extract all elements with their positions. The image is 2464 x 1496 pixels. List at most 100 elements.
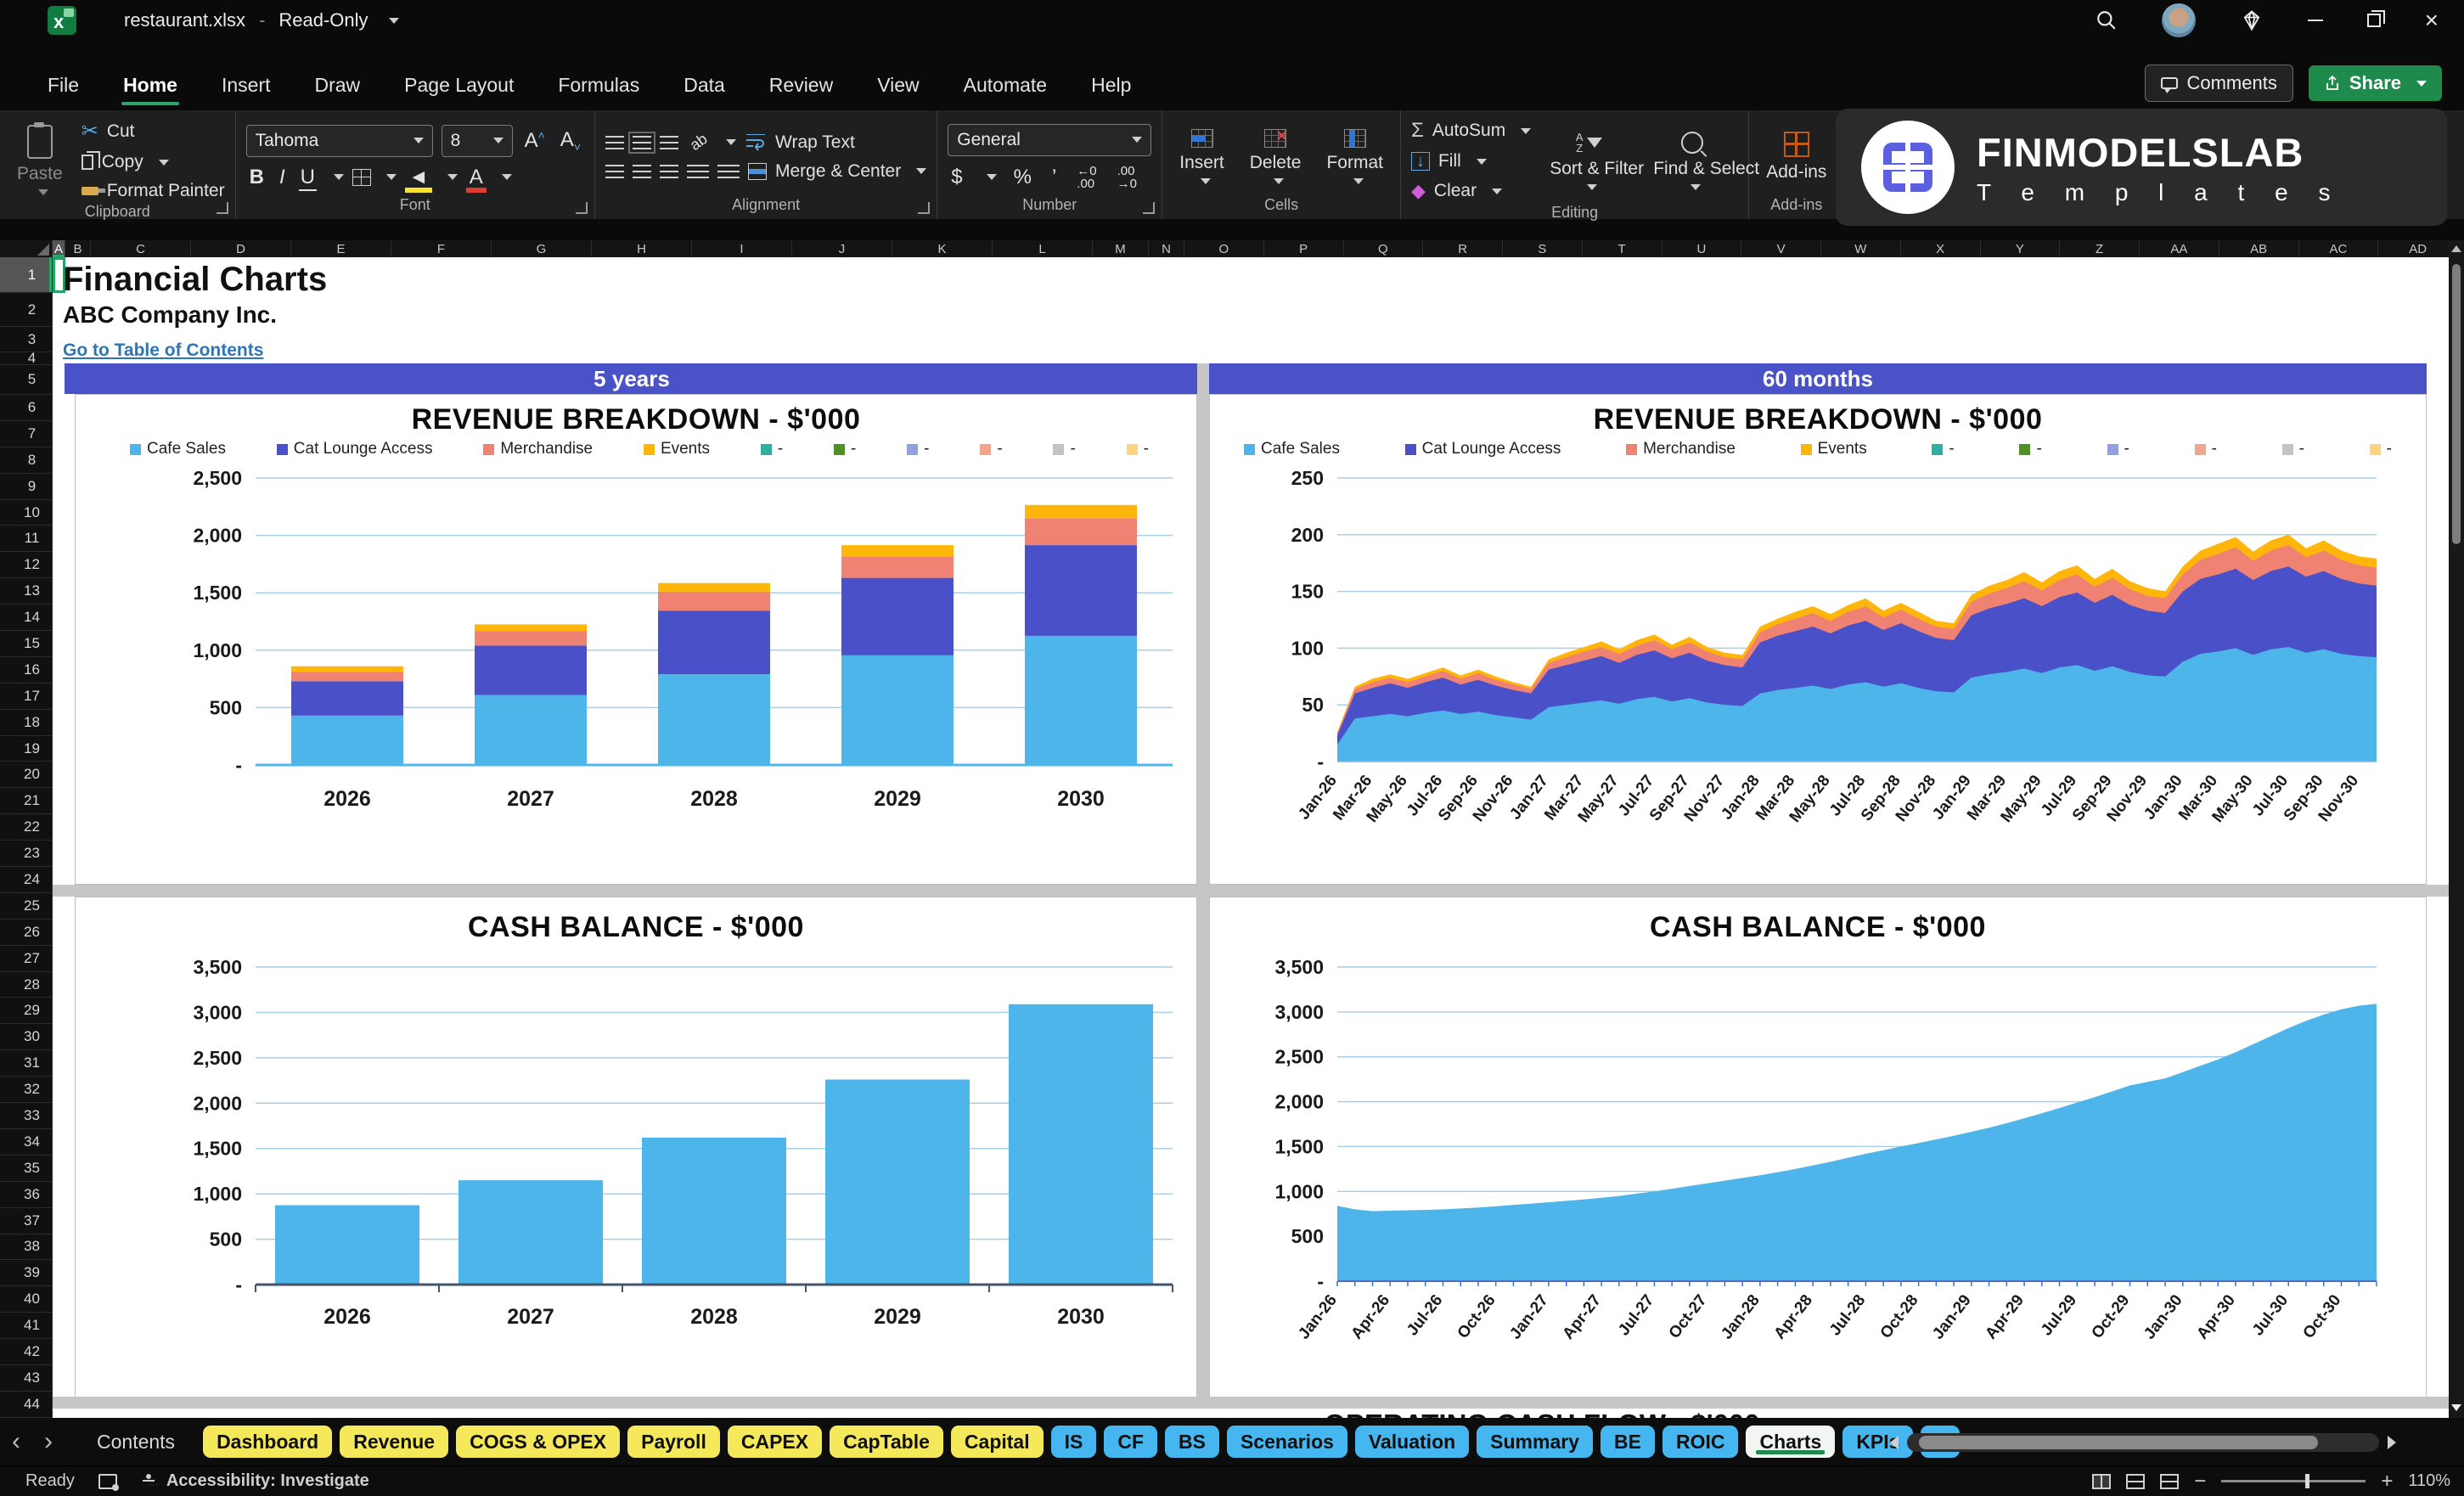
page-layout-view-icon[interactable] [2126, 1473, 2146, 1489]
sheet-tab-kpis[interactable]: KPIs [1842, 1426, 1914, 1458]
sheet-tab-revenue[interactable]: Revenue [340, 1426, 449, 1458]
row-header-24[interactable]: 24 [0, 867, 53, 893]
restore-button[interactable] [2366, 10, 2385, 27]
sheet-tab-contents[interactable]: Contents [76, 1426, 195, 1458]
sheet-tab-bs[interactable]: BS [1165, 1426, 1219, 1458]
row-header-13[interactable]: 13 [0, 578, 53, 605]
row-header-18[interactable]: 18 [0, 709, 53, 736]
macro-record-icon[interactable] [98, 1473, 119, 1491]
column-header-A[interactable]: A [53, 240, 65, 257]
zoom-in-button[interactable]: + [2381, 1470, 2393, 1493]
column-header-K[interactable]: K [892, 240, 993, 257]
column-header-U[interactable]: U [1662, 240, 1742, 257]
page-break-view-icon[interactable] [2160, 1473, 2180, 1489]
scroll-left-icon[interactable] [1890, 1436, 1899, 1449]
column-header-I[interactable]: I [692, 240, 792, 257]
find-select-button[interactable]: Find & Select [1646, 131, 1759, 190]
font-size-select[interactable]: 8 [441, 124, 513, 157]
clear-button[interactable]: ◆ Clear [1411, 180, 1531, 202]
row-header-9[interactable]: 9 [0, 473, 53, 500]
column-header-D[interactable]: D [191, 240, 291, 257]
menu-tab-formulas[interactable]: Formulas [536, 59, 661, 110]
dialog-launcher-icon[interactable] [576, 202, 588, 214]
orientation-icon[interactable]: ab [684, 128, 714, 156]
sheet-tab-is[interactable]: IS [1050, 1426, 1097, 1458]
italic-button[interactable]: I [276, 166, 289, 189]
sort-filter-button[interactable]: AZ Sort & Filter [1543, 132, 1644, 190]
row-header-21[interactable]: 21 [0, 788, 53, 815]
wrap-text-icon[interactable] [745, 133, 767, 151]
paste-button[interactable]: Paste [10, 122, 70, 195]
row-header-27[interactable]: 27 [0, 945, 53, 972]
horizontal-scrollbar[interactable] [1890, 1433, 2396, 1452]
sheet-tab-cogs-opex[interactable]: COGS & OPEX [456, 1426, 621, 1458]
increase-indent-icon[interactable] [717, 164, 740, 178]
column-header-M[interactable]: M [1093, 240, 1149, 257]
format-painter-button[interactable]: Format Painter [81, 181, 225, 201]
column-header-Y[interactable]: Y [1981, 240, 2061, 257]
font-color-button[interactable]: A [465, 166, 487, 193]
row-header-29[interactable]: 29 [0, 998, 53, 1025]
normal-view-icon[interactable] [2092, 1473, 2112, 1489]
row-header-17[interactable]: 17 [0, 683, 53, 710]
insert-cells-button[interactable]: Insert [1173, 129, 1231, 184]
minimize-button[interactable] [2307, 20, 2323, 21]
sheet-tab-roic[interactable]: ROIC [1662, 1426, 1739, 1458]
row-header-15[interactable]: 15 [0, 631, 53, 657]
row-header-41[interactable]: 41 [0, 1313, 53, 1340]
row-header-6[interactable]: 6 [0, 395, 53, 421]
sheet-tab-dashboard[interactable]: Dashboard [203, 1426, 333, 1458]
premium-diamond-icon[interactable] [2240, 8, 2264, 32]
column-header-P[interactable]: P [1264, 240, 1344, 257]
menu-tab-help[interactable]: Help [1069, 59, 1153, 110]
next-sheet-icon[interactable]: › [32, 1427, 65, 1456]
row-header-36[interactable]: 36 [0, 1181, 53, 1208]
table-of-contents-link[interactable]: Go to Table of Contents [63, 340, 263, 361]
bold-button[interactable]: B [246, 166, 267, 189]
worksheet[interactable]: Financial Charts ABC Company Inc. Go to … [53, 257, 2449, 1418]
menu-tab-draw[interactable]: Draw [293, 59, 383, 110]
row-header-14[interactable]: 14 [0, 605, 53, 632]
row-header-31[interactable]: 31 [0, 1050, 53, 1077]
sheet-tab-scenarios[interactable]: Scenarios [1226, 1426, 1347, 1458]
row-header-10[interactable]: 10 [0, 499, 53, 526]
row-header-20[interactable]: 20 [0, 762, 53, 789]
sheet-tab-summary[interactable]: Summary [1477, 1426, 1593, 1458]
scrollbar-thumb[interactable] [2452, 264, 2461, 544]
sheet-tab-capital[interactable]: Capital [950, 1426, 1044, 1458]
align-middle-icon[interactable] [628, 131, 655, 154]
currency-format-button[interactable]: $ [948, 166, 965, 189]
row-header-19[interactable]: 19 [0, 735, 53, 762]
sheet-tab-cf[interactable]: CF [1104, 1426, 1158, 1458]
column-header-F[interactable]: F [391, 240, 492, 257]
row-header-37[interactable]: 37 [0, 1207, 53, 1234]
menu-tab-data[interactable]: Data [661, 59, 747, 110]
column-header-Z[interactable]: Z [2060, 240, 2140, 257]
column-header-N[interactable]: N [1149, 240, 1184, 257]
menu-tab-automate[interactable]: Automate [942, 59, 1069, 110]
column-header-V[interactable]: V [1741, 240, 1821, 257]
column-header-O[interactable]: O [1184, 240, 1264, 257]
align-center-icon[interactable] [633, 164, 651, 178]
column-header-AC[interactable]: AC [2299, 240, 2379, 257]
row-header-43[interactable]: 43 [0, 1364, 53, 1392]
scrollbar-thumb[interactable] [1919, 1436, 2318, 1449]
row-header-26[interactable]: 26 [0, 919, 53, 946]
sheet-tab-be[interactable]: BE [1600, 1426, 1655, 1458]
dialog-launcher-icon[interactable] [918, 202, 931, 214]
select-all-corner[interactable] [0, 240, 53, 257]
column-header-S[interactable]: S [1503, 240, 1583, 257]
column-header-L[interactable]: L [993, 240, 1093, 257]
zoom-slider-thumb[interactable] [2304, 1474, 2309, 1488]
column-header-C[interactable]: C [91, 240, 191, 257]
column-header-Q[interactable]: Q [1344, 240, 1424, 257]
close-button[interactable]: × [2425, 8, 2439, 32]
row-header-23[interactable]: 23 [0, 841, 53, 868]
row-header-4[interactable]: 4 [0, 350, 53, 366]
copy-button[interactable]: Copy [81, 151, 225, 172]
file-title[interactable]: restaurant.xlsx - Read-Only [124, 9, 399, 31]
column-header-H[interactable]: H [592, 240, 692, 257]
zoom-out-button[interactable]: − [2194, 1470, 2206, 1493]
decrease-indent-icon[interactable] [687, 164, 709, 178]
chart-revenue-breakdown-annual[interactable]: REVENUE BREAKDOWN - $'000 Cafe Sales Cat … [75, 394, 1197, 885]
